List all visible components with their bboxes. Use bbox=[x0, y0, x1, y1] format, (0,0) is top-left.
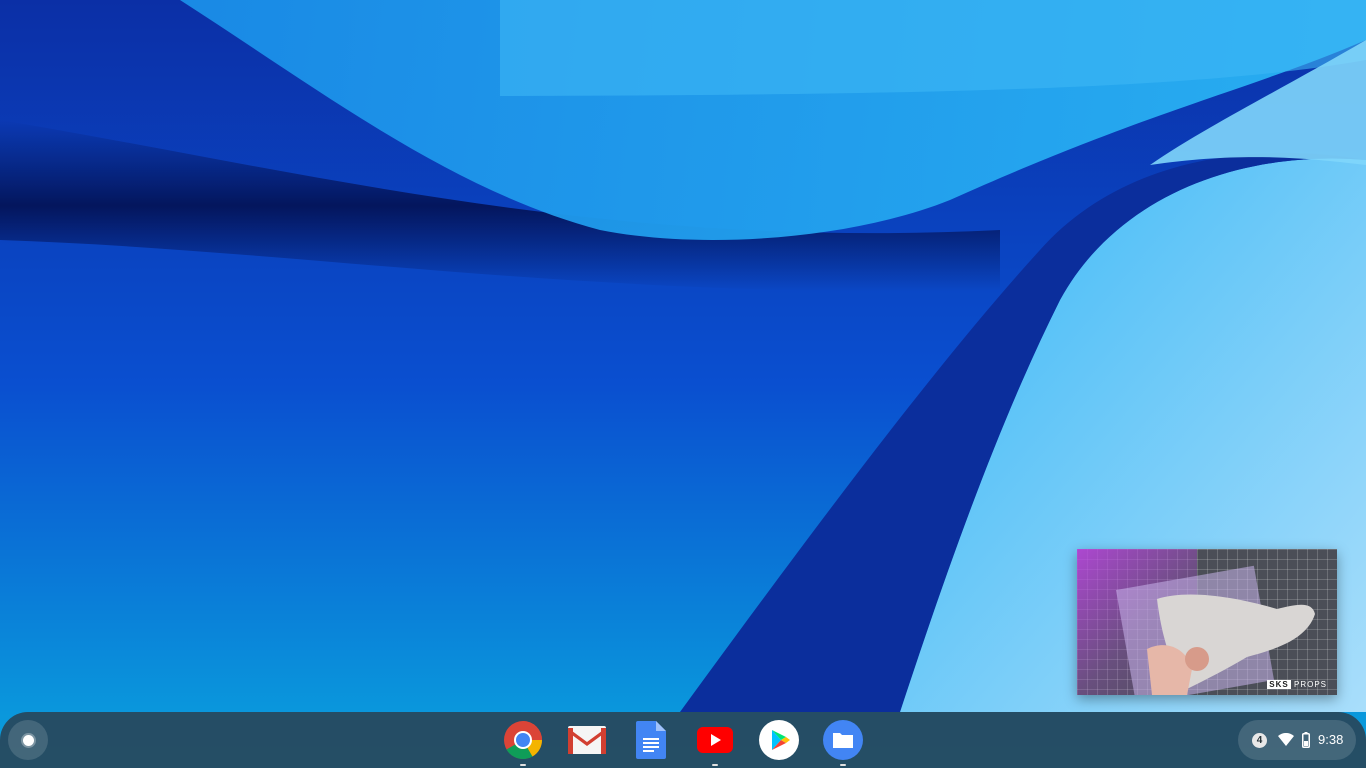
desktop[interactable]: SKS PROPS bbox=[0, 0, 1366, 768]
notification-counter[interactable]: 4 bbox=[1252, 733, 1267, 748]
running-indicator bbox=[520, 764, 526, 766]
battery-icon bbox=[1302, 732, 1310, 748]
files-icon bbox=[823, 720, 863, 760]
wifi-icon bbox=[1278, 733, 1294, 746]
shelf-app-chrome[interactable] bbox=[501, 718, 545, 766]
pip-watermark: SKS PROPS bbox=[1267, 680, 1327, 689]
play-store-icon bbox=[759, 720, 799, 760]
shelf-app-play-store[interactable] bbox=[757, 718, 801, 762]
shelf-app-docs[interactable] bbox=[629, 718, 673, 762]
launcher-button[interactable] bbox=[8, 720, 48, 760]
docs-icon bbox=[636, 721, 666, 759]
picture-in-picture-window[interactable]: SKS PROPS bbox=[1077, 549, 1337, 695]
running-indicator bbox=[840, 764, 846, 766]
launcher-icon bbox=[22, 734, 34, 746]
running-indicator bbox=[712, 764, 718, 766]
youtube-icon bbox=[697, 727, 733, 753]
shelf-app-files[interactable] bbox=[821, 718, 865, 766]
system-tray[interactable]: 4 9:38 bbox=[1238, 720, 1356, 760]
clock[interactable]: 9:38 bbox=[1318, 732, 1343, 748]
gmail-icon bbox=[568, 726, 606, 754]
shelf-app-youtube[interactable] bbox=[693, 718, 737, 766]
pip-video-subject bbox=[1147, 594, 1315, 695]
shelf-app-gmail[interactable] bbox=[565, 718, 609, 762]
chrome-icon bbox=[504, 721, 543, 760]
shelf: 4 9:38 bbox=[0, 712, 1366, 768]
